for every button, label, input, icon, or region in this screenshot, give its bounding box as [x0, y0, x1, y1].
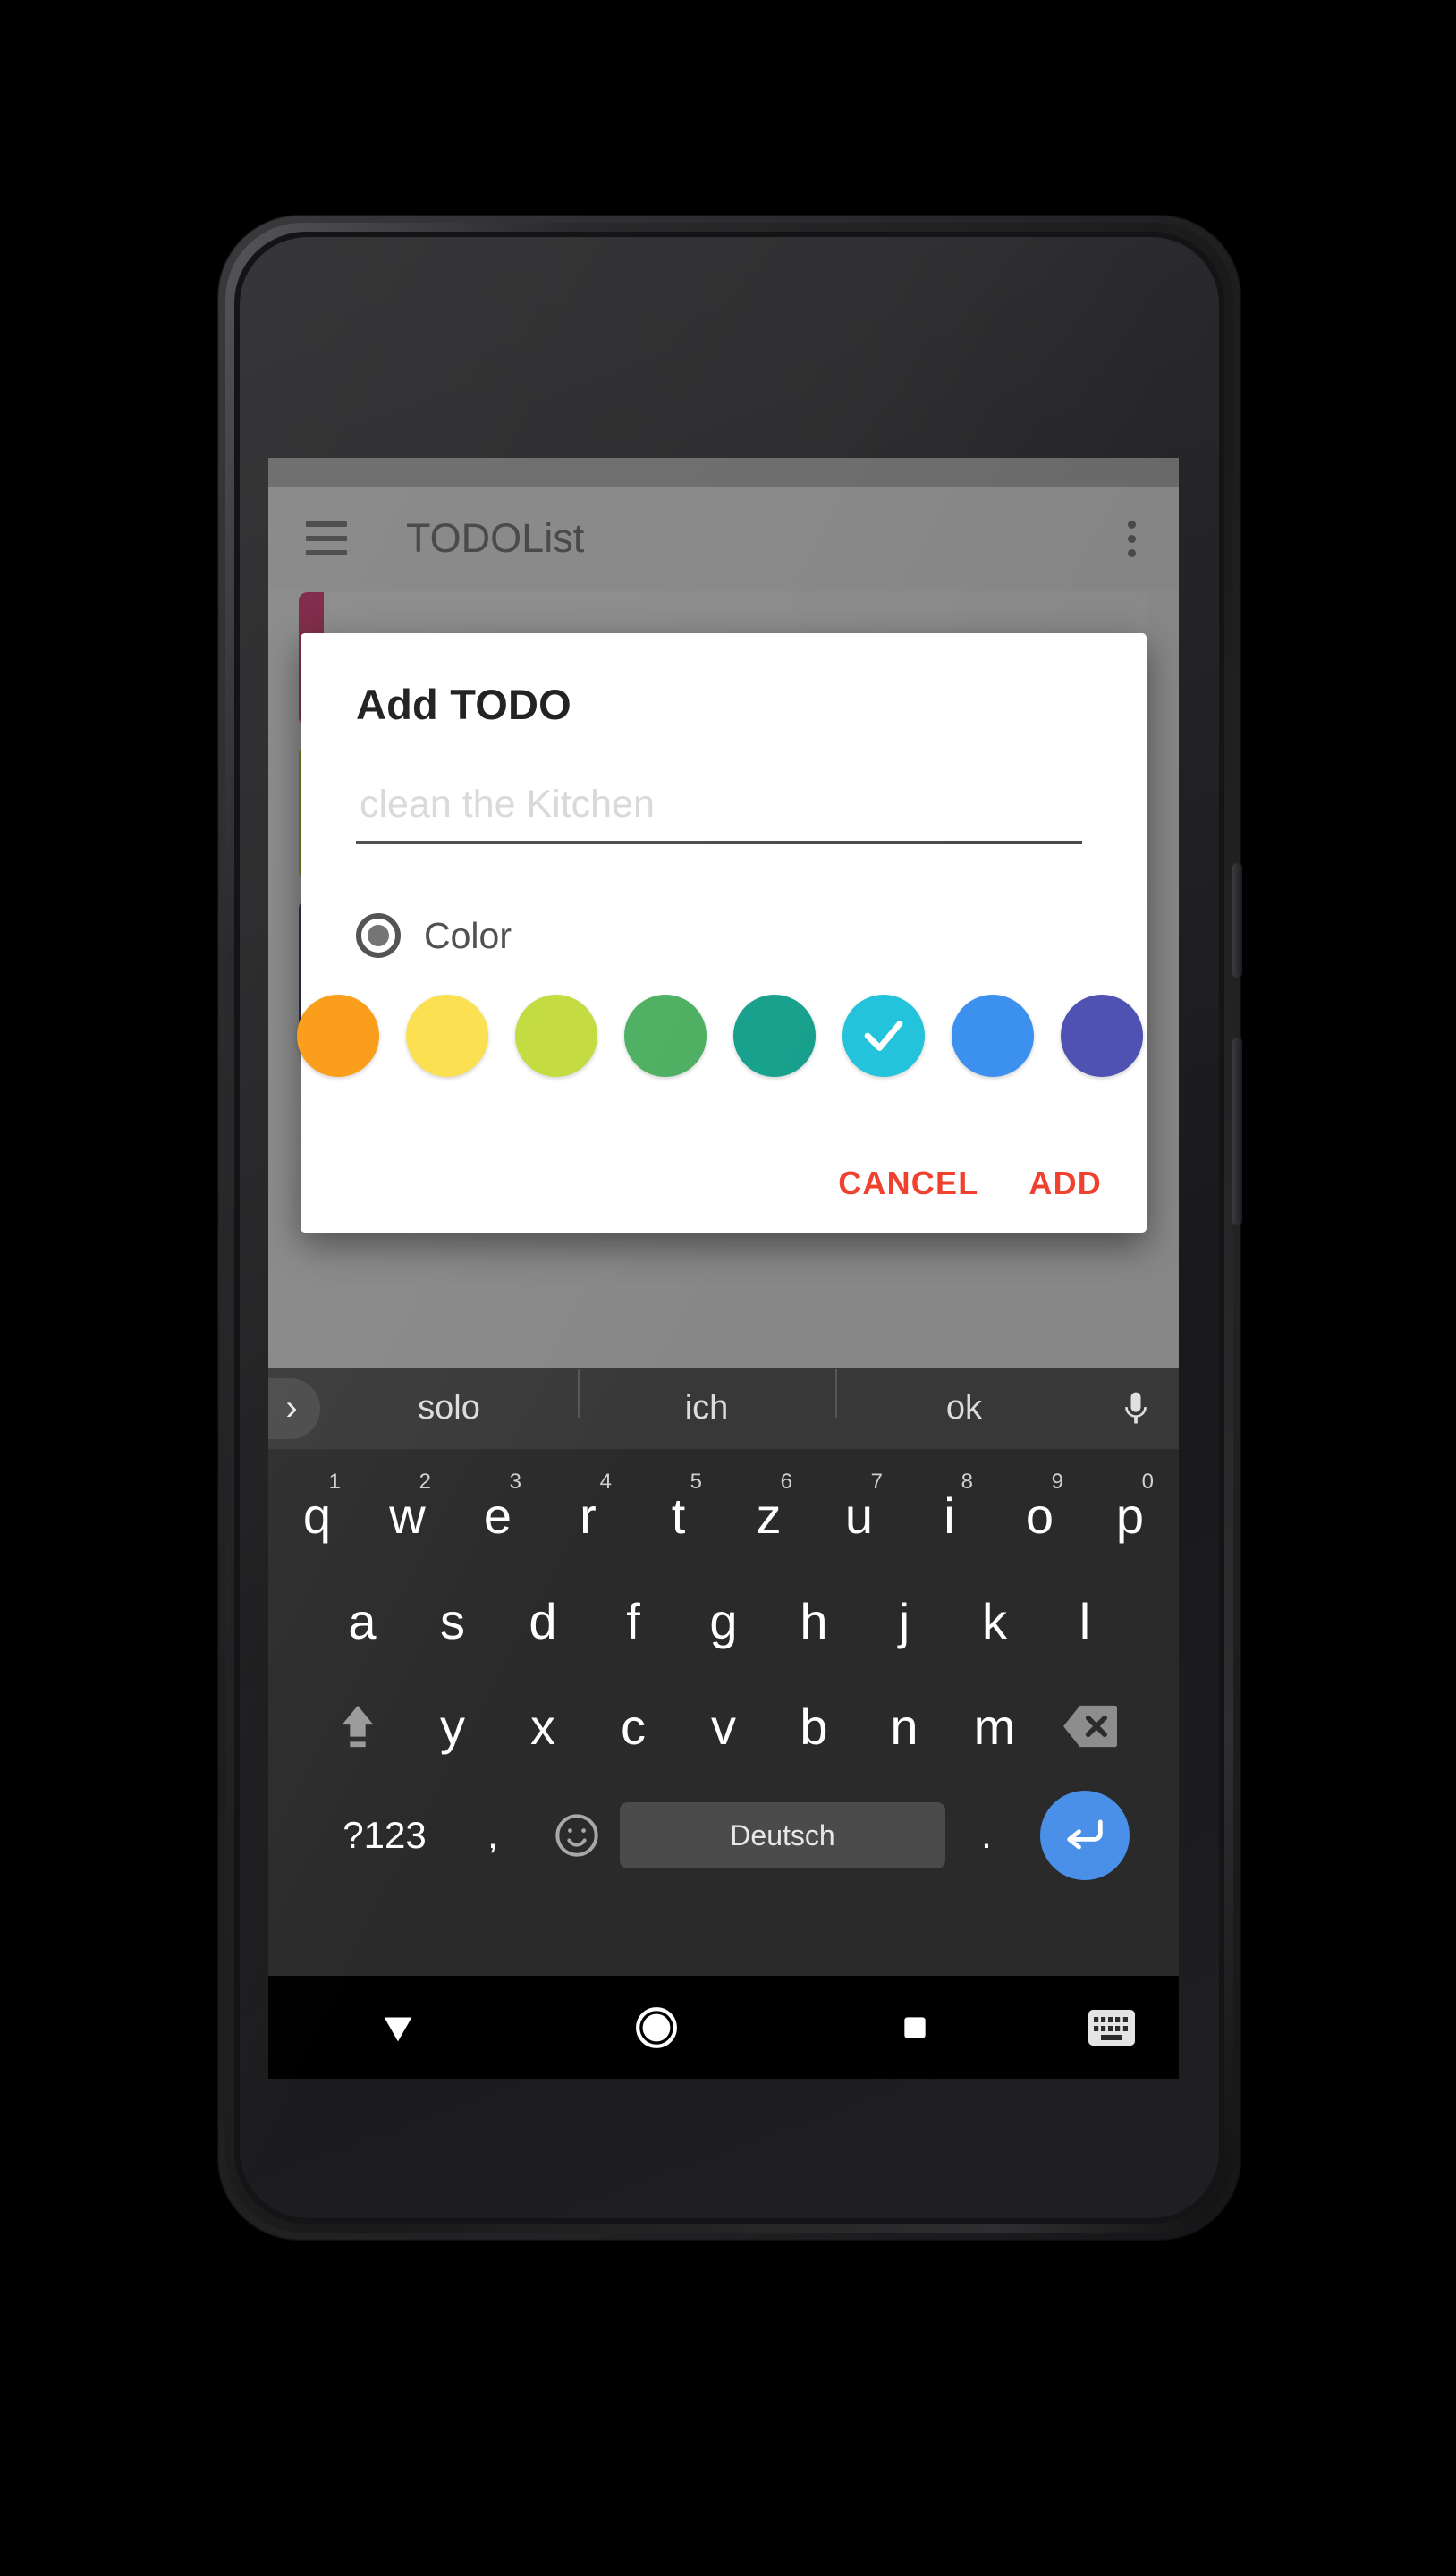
add-todo-dialog: Add TODO Color CANCEL ADD	[297, 633, 1147, 1233]
color-swatch-yellow[interactable]	[406, 995, 488, 1077]
key-z[interactable]: 6z	[724, 1468, 814, 1563]
color-option-row[interactable]: Color	[356, 913, 512, 958]
key-e[interactable]: 3e	[453, 1468, 543, 1563]
system-navigation-bar	[268, 1976, 1179, 2079]
spacebar-key[interactable]: Deutsch	[620, 1802, 945, 1868]
keyboard-row-3: yxcvbnm	[268, 1674, 1179, 1779]
color-swatch-green[interactable]	[624, 995, 707, 1077]
key-y[interactable]: y	[408, 1679, 498, 1774]
key-t[interactable]: 5t	[633, 1468, 724, 1563]
key-number-hint: 9	[1051, 1470, 1063, 1494]
key-q[interactable]: 1q	[272, 1468, 362, 1563]
key-number-hint: 3	[509, 1470, 521, 1494]
keyboard-switcher-icon[interactable]	[1045, 2009, 1179, 2046]
key-number-hint: 1	[328, 1470, 341, 1494]
key-l[interactable]: l	[1040, 1573, 1130, 1668]
color-swatch-cyan[interactable]	[842, 995, 925, 1077]
key-i[interactable]: 8i	[904, 1468, 995, 1563]
chevron-right-icon[interactable]: ›	[268, 1377, 320, 1439]
keyboard-row-2: asdfghjkl	[268, 1568, 1179, 1674]
key-h[interactable]: h	[769, 1573, 859, 1668]
color-swatch-teal[interactable]	[733, 995, 816, 1077]
hide-keyboard-down-arrow-icon[interactable]	[268, 2007, 527, 2048]
check-icon	[864, 1021, 903, 1051]
key-x[interactable]: x	[498, 1679, 588, 1774]
key-b[interactable]: b	[769, 1679, 859, 1774]
key-v[interactable]: v	[679, 1679, 769, 1774]
key-o[interactable]: 9o	[995, 1468, 1085, 1563]
backspace-delete-icon[interactable]	[1040, 1679, 1140, 1774]
key-number-hint: 6	[780, 1470, 792, 1494]
home-circle-icon[interactable]	[527, 2005, 785, 2050]
recents-square-icon[interactable]	[786, 2010, 1045, 2046]
key-g[interactable]: g	[679, 1573, 769, 1668]
suggestion-item[interactable]: ich	[578, 1369, 835, 1428]
smiley-emoji-icon[interactable]	[534, 1812, 620, 1859]
key-number-hint: 7	[870, 1470, 883, 1494]
color-radio-button[interactable]	[356, 913, 401, 958]
key-number-hint: 2	[419, 1470, 431, 1494]
todo-text-input[interactable]	[356, 783, 1082, 841]
todo-text-field-wrap	[356, 783, 1082, 844]
key-m[interactable]: m	[950, 1679, 1040, 1774]
period-key[interactable]: .	[945, 1814, 1028, 1857]
key-n[interactable]: n	[859, 1679, 950, 1774]
dialog-actions: CANCEL ADD	[838, 1165, 1102, 1202]
key-d[interactable]: d	[498, 1573, 588, 1668]
keyboard-rows: 1q2w3e4r5t6z7u8i9o0p asdfghjkl yxcvbnm ?…	[268, 1450, 1179, 1892]
key-number-hint: 8	[961, 1470, 973, 1494]
suggestion-item[interactable]: ok	[835, 1369, 1093, 1428]
color-label: Color	[424, 914, 512, 956]
key-r[interactable]: 4r	[543, 1468, 633, 1563]
key-u[interactable]: 7u	[814, 1468, 904, 1563]
suggestion-bar: › solo ich ok	[268, 1368, 1179, 1450]
soft-keyboard: › solo ich ok 1q2w3e4r5t6z7u8i9o0p asdfg…	[268, 1368, 1179, 1976]
key-p[interactable]: 0p	[1085, 1468, 1175, 1563]
key-number-hint: 0	[1141, 1470, 1154, 1494]
phone-screen: TODOList Add TODO Color	[268, 458, 1179, 2079]
shift-up-arrow-icon[interactable]	[308, 1679, 408, 1774]
cancel-button[interactable]: CANCEL	[838, 1165, 978, 1202]
color-swatch-lime[interactable]	[515, 995, 597, 1077]
key-number-hint: 5	[690, 1470, 702, 1494]
screenshot-stage: TODOList Add TODO Color	[0, 0, 1456, 2576]
color-swatch-orange[interactable]	[297, 995, 379, 1077]
key-number-hint: 4	[599, 1470, 612, 1494]
key-k[interactable]: k	[950, 1573, 1040, 1668]
key-w[interactable]: 2w	[362, 1468, 453, 1563]
dialog-title: Add TODO	[356, 681, 571, 728]
color-swatch-blue[interactable]	[952, 995, 1034, 1077]
key-j[interactable]: j	[859, 1573, 950, 1668]
key-s[interactable]: s	[408, 1573, 498, 1668]
add-button[interactable]: ADD	[1029, 1165, 1102, 1202]
suggestion-item[interactable]: solo	[320, 1389, 578, 1428]
keyboard-row-1: 1q2w3e4r5t6z7u8i9o0p	[268, 1462, 1179, 1568]
color-swatch-list	[297, 995, 1152, 1077]
symbols-key[interactable]: ?123	[317, 1814, 452, 1857]
microphone-icon[interactable]	[1093, 1389, 1179, 1428]
input-underline	[356, 841, 1082, 844]
key-a[interactable]: a	[317, 1573, 408, 1668]
key-f[interactable]: f	[588, 1573, 679, 1668]
key-c[interactable]: c	[588, 1679, 679, 1774]
enter-return-icon[interactable]	[1040, 1791, 1130, 1880]
color-swatch-indigo[interactable]	[1061, 995, 1143, 1077]
keyboard-row-4: ?123 , Deutsch .	[268, 1779, 1179, 1892]
volume-button[interactable]	[1232, 1038, 1242, 1225]
comma-key[interactable]: ,	[452, 1814, 534, 1857]
power-button[interactable]	[1232, 863, 1242, 978]
